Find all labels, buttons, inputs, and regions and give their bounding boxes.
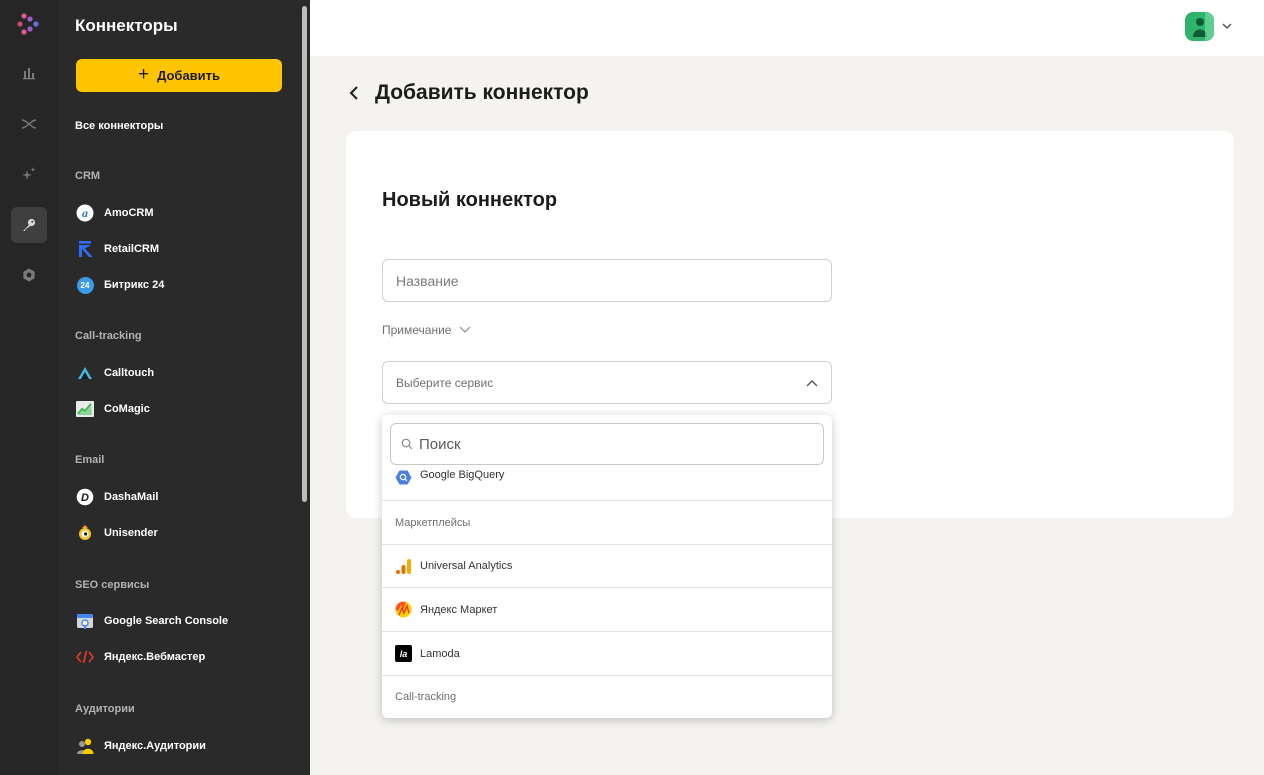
sidebar-item-label: Google Search Console: [104, 615, 229, 627]
section-title-email: Email: [75, 454, 105, 466]
sidebar-scrollbar[interactable]: [302, 6, 307, 502]
svg-text:a: a: [82, 206, 88, 220]
chevron-down-icon[interactable]: [1221, 20, 1233, 32]
yandex-market-icon: [395, 601, 412, 618]
section-title-call-tracking: Call-tracking: [75, 330, 142, 342]
dropdown-item-google-bigquery[interactable]: Google BigQuery: [382, 463, 832, 501]
dashamail-icon: D: [76, 488, 94, 506]
sidebar-item-label: Битрикс 24: [104, 279, 165, 291]
google-bigquery-icon: [395, 469, 412, 486]
bitrix24-icon: 24: [76, 276, 94, 294]
note-toggle[interactable]: Примечание: [382, 323, 471, 337]
chart-icon[interactable]: [11, 55, 47, 91]
amocrm-icon: a: [76, 204, 94, 222]
logo-icon[interactable]: [15, 11, 41, 37]
page-title: Добавить коннектор: [375, 81, 589, 104]
connectors-sidebar: Коннекторы + Добавить Все коннекторы CRM…: [58, 0, 310, 775]
chevron-down-icon: [460, 326, 471, 333]
chevron-up-icon: [806, 379, 818, 386]
dropdown-category-label: Call-tracking: [395, 691, 457, 703]
section-title-audiences: Аудитории: [75, 703, 135, 715]
sidebar-item-calltouch[interactable]: Calltouch: [76, 363, 154, 383]
sidebar-item-label: RetailCRM: [104, 243, 160, 255]
service-select-placeholder: Выберите сервис: [396, 375, 494, 390]
key-icon[interactable]: [11, 207, 47, 243]
connector-name-input[interactable]: [382, 259, 832, 302]
icon-rail: [0, 0, 58, 775]
google-search-console-icon: [76, 612, 94, 630]
retailcrm-icon: [76, 240, 94, 258]
sidebar-item-label: Unisender: [104, 527, 158, 539]
dropdown-item-label: Яндекс Маркет: [420, 603, 498, 616]
unisender-icon: [76, 524, 94, 542]
sidebar-item-retailcrm[interactable]: RetailCRM: [76, 239, 159, 259]
universal-analytics-icon: [395, 558, 412, 575]
top-bar: [310, 0, 1264, 56]
search-icon: [401, 438, 413, 450]
dropdown-category-call-tracking: Call-tracking: [382, 675, 832, 718]
sidebar-item-label: Calltouch: [104, 367, 155, 379]
sidebar-item-label: DashaMail: [104, 491, 159, 503]
sidebar-item-yandex-audiences[interactable]: Яндекс.Аудитории: [76, 736, 206, 756]
sparkle-icon[interactable]: [11, 156, 47, 192]
dropdown-item-yandex-market[interactable]: Яндекс Маркет: [382, 587, 832, 631]
plus-icon: +: [137, 64, 150, 85]
sidebar-item-comagic[interactable]: CoMagic: [76, 399, 150, 419]
dropdown-category-marketplaces: Маркетплейсы: [382, 500, 832, 544]
dropdown-item-label: Lamoda: [420, 647, 460, 660]
add-button-label: Добавить: [157, 68, 221, 83]
yandex-webmaster-icon: [76, 648, 94, 666]
dropdown-item-lamoda[interactable]: la Lamoda: [382, 631, 832, 675]
sidebar-item-label: Яндекс.Вебмастер: [104, 651, 206, 663]
sidebar-item-google-search-console[interactable]: Google Search Console: [76, 611, 228, 631]
dropdown-search-input[interactable]: [419, 435, 799, 453]
sidebar-item-all-connectors[interactable]: Все коннекторы: [75, 120, 163, 132]
dropdown-search-box[interactable]: [390, 423, 824, 465]
note-label: Примечание: [382, 323, 452, 337]
sidebar-item-amocrm[interactable]: a AmoCRM: [76, 203, 154, 223]
comagic-icon: [76, 400, 94, 418]
gear-icon[interactable]: [11, 257, 47, 293]
sidebar-item-label: AmoCRM: [104, 207, 154, 219]
sidebar-item-label: CoMagic: [104, 403, 150, 415]
calltouch-icon: [76, 364, 94, 382]
yandex-audiences-icon: [76, 737, 94, 755]
section-title-seo: SEO сервисы: [75, 579, 150, 591]
section-title-crm: CRM: [75, 170, 101, 182]
sidebar-title: Коннекторы: [75, 16, 178, 35]
sidebar-item-bitrix24[interactable]: 24 Битрикс 24: [76, 275, 164, 295]
user-avatar[interactable]: [1185, 12, 1214, 41]
dropdown-category-label: Маркетплейсы: [395, 516, 471, 529]
sidebar-item-dashamail[interactable]: D DashaMail: [76, 487, 158, 507]
dropdown-item-label: Google BigQuery: [420, 469, 505, 481]
add-button[interactable]: + Добавить: [76, 59, 282, 92]
form-title: Новый коннектор: [382, 189, 558, 211]
service-dropdown: Google BigQuery Маркетплейсы Universal A…: [382, 415, 832, 718]
lamoda-icon: la: [395, 645, 412, 662]
service-select[interactable]: Выберите сервис: [382, 361, 832, 404]
dropdown-item-universal-analytics[interactable]: Universal Analytics: [382, 544, 832, 587]
sidebar-item-yandex-webmaster[interactable]: Яндекс.Вебмастер: [76, 647, 205, 667]
dropdown-item-label: Universal Analytics: [420, 560, 513, 572]
back-arrow-icon[interactable]: [347, 84, 361, 102]
sidebar-item-label: Яндекс.Аудитории: [104, 740, 206, 752]
sidebar-item-unisender[interactable]: Unisender: [76, 523, 158, 543]
shuffle-icon[interactable]: [11, 106, 47, 142]
svg-text:D: D: [81, 492, 89, 504]
